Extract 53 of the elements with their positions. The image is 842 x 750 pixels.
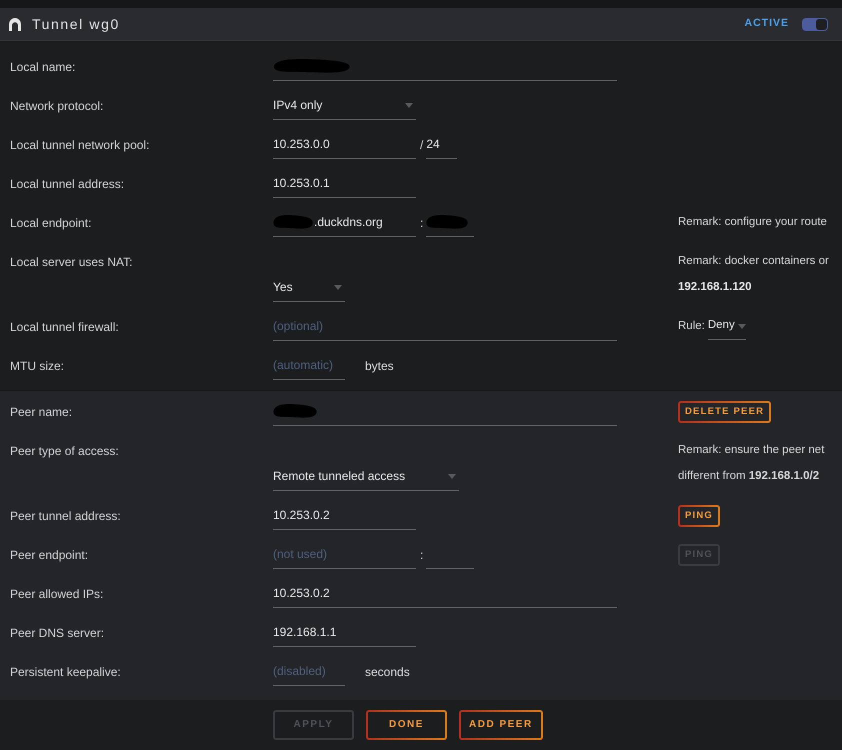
field-label: Local tunnel address: bbox=[10, 176, 126, 192]
text-field[interactable]: 10.253.0.1 bbox=[273, 170, 416, 198]
field-label: Peer name: bbox=[10, 404, 74, 420]
ping-button[interactable]: PING bbox=[678, 504, 720, 526]
unit-label: seconds bbox=[365, 664, 410, 680]
ip-address-text: 192.168.1.120 bbox=[678, 280, 752, 294]
caret-icon bbox=[334, 284, 342, 290]
dropdown[interactable]: Deny bbox=[708, 314, 746, 340]
separator-text: : bbox=[420, 214, 424, 232]
remark-text: Remark: ensure the peer net bbox=[678, 443, 824, 457]
done-button[interactable]: DONE bbox=[366, 710, 447, 740]
add-peer-button[interactable]: ADD PEER bbox=[459, 710, 543, 740]
rule-label: Rule: bbox=[678, 318, 705, 334]
toggle-switch[interactable] bbox=[802, 18, 828, 30]
field-label: Local tunnel firewall: bbox=[10, 318, 120, 336]
remark-text: Remark: docker containers or bbox=[678, 254, 829, 268]
field-label: Peer endpoint: bbox=[10, 546, 90, 564]
text-field[interactable]: .duckdns.org bbox=[273, 208, 416, 236]
field-label: Local tunnel network pool: bbox=[10, 136, 150, 154]
dropdown[interactable]: IPv4 only bbox=[273, 92, 416, 120]
field-label: Peer allowed IPs: bbox=[10, 586, 104, 602]
field-label: Persistent keepalive: bbox=[10, 664, 122, 680]
remark-text: Remark: configure your route bbox=[678, 214, 827, 230]
separator-text: : bbox=[420, 546, 424, 564]
panel-title: Tunnel wg0 bbox=[32, 14, 120, 34]
text-field[interactable]: (optional) bbox=[273, 312, 617, 340]
field-label: Peer DNS server: bbox=[10, 624, 106, 642]
field-label: Peer type of access: bbox=[10, 442, 120, 460]
dropdown[interactable]: Yes bbox=[273, 274, 345, 302]
text-field[interactable]: (automatic) bbox=[273, 352, 345, 380]
text-field[interactable]: (disabled) bbox=[273, 658, 345, 686]
remark-text: different from 192.168.1.0/2 bbox=[678, 469, 820, 483]
text-field[interactable]: 24 bbox=[426, 130, 458, 158]
field-label: MTU size: bbox=[10, 358, 65, 374]
caret-icon bbox=[448, 474, 456, 478]
text-field[interactable]: 10.253.0.0 bbox=[273, 130, 416, 158]
dropdown[interactable]: Remote tunneled access bbox=[273, 462, 459, 490]
field-label: Local name: bbox=[10, 58, 76, 76]
caret-icon bbox=[405, 102, 413, 108]
text-field[interactable]: 10.253.0.2 bbox=[273, 502, 416, 530]
status-label: ACTIVE bbox=[744, 16, 789, 32]
text-field[interactable]: 10.253.0.2 bbox=[273, 580, 617, 608]
caret-icon bbox=[738, 324, 746, 328]
field-label: Network protocol: bbox=[10, 98, 104, 114]
field-label: Peer tunnel address: bbox=[10, 508, 122, 524]
field-label: Local server uses NAT: bbox=[10, 254, 134, 270]
text-field[interactable]: 192.168.1.1 bbox=[273, 618, 416, 646]
arch-icon bbox=[9, 18, 21, 30]
delete-peer-button[interactable]: DELETE PEER bbox=[678, 400, 772, 422]
field-label: Local endpoint: bbox=[10, 214, 92, 232]
text-field[interactable]: (not used) bbox=[273, 540, 416, 568]
separator-text: / bbox=[420, 136, 424, 154]
unit-label: bytes bbox=[365, 358, 394, 374]
